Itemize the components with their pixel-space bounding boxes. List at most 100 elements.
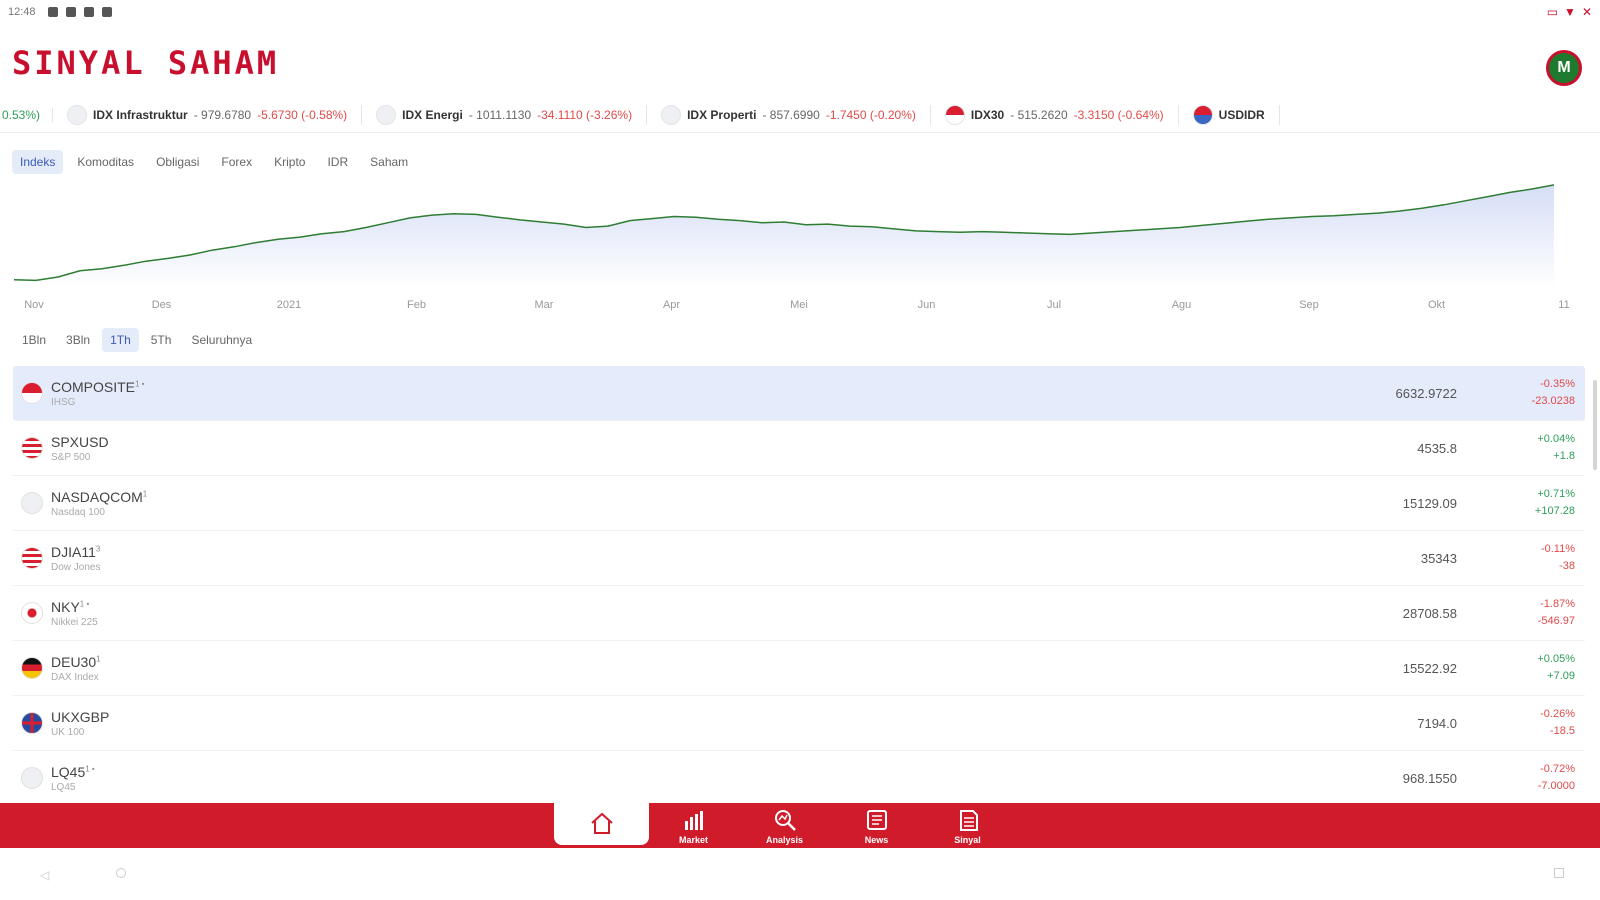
nav-news-button[interactable]: News <box>829 803 924 848</box>
bottom-nav: Market Analysis News Sinyal <box>0 803 1600 848</box>
nav-market-button[interactable]: Market <box>646 803 741 848</box>
back-icon[interactable]: ◁ <box>40 868 49 882</box>
home-icon <box>587 810 617 838</box>
index-change: +0.05% +7.09 <box>1537 651 1575 685</box>
tab-forex[interactable]: Forex <box>213 150 260 174</box>
range-tab-1th[interactable]: 1Th <box>102 328 139 352</box>
index-change-abs: -23.0238 <box>1531 395 1575 407</box>
range-tabs: 1Bln 3Bln 1Th 5Th Seluruhnya <box>14 328 260 352</box>
index-change-abs: -18.5 <box>1549 725 1575 737</box>
index-row[interactable]: DJIA113 Dow Jones 35343 -0.11% -38 <box>13 531 1585 586</box>
range-tab-seluruhnya[interactable]: Seluruhnya <box>183 328 260 352</box>
category-tabs: Indeks Komoditas Obligasi Forex Kripto IDR Sah… <box>12 150 416 174</box>
x-tick-label: Agu <box>1172 299 1192 311</box>
flag-icon <box>21 712 43 734</box>
index-symbol: SPXUSD <box>51 434 109 450</box>
ticker-item[interactable]: IDX Energi - 1011.1130 -34.1110 (-3.26%) <box>362 104 648 125</box>
ticker-name: IDX Energi <box>402 107 463 122</box>
index-description: Nasdaq 100 <box>51 506 105 518</box>
index-description: UK 100 <box>51 726 85 738</box>
tab-obligasi[interactable]: Obligasi <box>148 150 207 174</box>
flag-icon <box>21 547 43 569</box>
nav-analysis-button[interactable]: Analysis <box>737 803 832 848</box>
index-change-pct: -1.87% <box>1540 598 1575 610</box>
index-names: UKXGBP UK 100 <box>51 709 109 738</box>
index-symbol-text: UKXGBP <box>51 708 110 725</box>
index-price: 6632.9722 <box>1395 385 1457 401</box>
index-row[interactable]: DEU301 DAX Index 15522.92 +0.05% +7.09 <box>13 641 1585 696</box>
ticker-item[interactable]: IDX Properti - 857.6990 -1.7450 (-0.20%) <box>647 104 931 125</box>
ticker-value: - 1011.1130 <box>468 107 532 122</box>
index-row[interactable]: UKXGBP UK 100 7194.0 -0.26% -18.5 <box>13 696 1585 751</box>
tab-indeks[interactable]: Indeks <box>12 150 64 174</box>
recent-apps-icon[interactable] <box>1554 868 1564 878</box>
ticker-name: IDX Properti <box>687 107 757 122</box>
notification-icons <box>47 7 112 17</box>
range-tab-5th[interactable]: 5Th <box>143 328 180 352</box>
nav-label: Analysis <box>765 834 804 845</box>
index-change-pct: -0.26% <box>1540 708 1575 720</box>
index-symbol: LQ451 • <box>51 764 95 780</box>
ticker-name: IDX30 <box>970 107 1005 122</box>
x-tick-label: 11 <box>1558 299 1569 311</box>
list-scrollbar[interactable] <box>1593 380 1597 470</box>
x-tick-label: Feb <box>407 299 426 311</box>
flag-icon <box>21 492 43 514</box>
index-row[interactable]: NASDAQCOM1 Nasdaq 100 15129.09 +0.71% +107.2… <box>13 476 1585 531</box>
index-change: -0.11% -38 <box>1541 541 1575 575</box>
index-names: NASDAQCOM1 Nasdaq 100 <box>51 489 147 518</box>
flag-icon <box>21 767 43 789</box>
range-tab-1bln[interactable]: 1Bln <box>14 328 54 352</box>
ticker-item[interactable]: IDX30 - 515.2620 -3.3150 (-0.64%) <box>931 104 1179 125</box>
index-price: 15522.92 <box>1402 660 1457 676</box>
flag-icon <box>1192 104 1213 125</box>
x-tick-label: Jun <box>918 299 936 311</box>
index-row[interactable]: LQ451 • LQ45 968.1550 -0.72% -7.0000 <box>13 751 1585 798</box>
nav-label: News <box>864 834 889 845</box>
ticker-item[interactable]: IDX Infrastruktur - 979.6780 -5.6730 (-0.5… <box>53 104 363 125</box>
flag-icon <box>21 382 43 404</box>
index-change: -0.26% -18.5 <box>1540 706 1575 740</box>
index-change-pct: +0.04% <box>1537 433 1575 445</box>
index-row[interactable]: COMPOSITE1 • IHSG 6632.9722 -0.35% -23.0238 <box>13 366 1585 421</box>
index-chart[interactable]: Nov Des 2021 Feb Mar Apr Mei Jun Jul Agu Sep Okt 11 <box>14 178 1586 324</box>
index-symbol: DJIA113 <box>51 544 100 560</box>
x-tick-label: 2021 <box>277 299 301 311</box>
index-names: LQ451 • LQ45 <box>51 764 95 793</box>
index-change-pct: -0.72% <box>1540 763 1575 775</box>
tab-saham[interactable]: Saham <box>362 150 416 174</box>
index-change-abs: +1.8 <box>1553 450 1575 462</box>
range-tab-3bln[interactable]: 3Bln <box>58 328 98 352</box>
index-symbol-sup: 3 <box>95 543 101 553</box>
ticker-item[interactable]: USDIDR <box>1179 104 1280 125</box>
tab-kripto[interactable]: Kripto <box>266 150 313 174</box>
index-change: +0.71% +107.28 <box>1535 486 1575 520</box>
x-tick-label: Okt <box>1428 299 1445 311</box>
flag-icon <box>661 104 682 125</box>
nav-label: Sinyal <box>954 834 981 845</box>
tab-komoditas[interactable]: Komoditas <box>69 150 142 174</box>
system-navigation: ◁ <box>0 860 1600 900</box>
index-change-pct: -0.11% <box>1540 543 1575 555</box>
tab-idr[interactable]: IDR <box>319 150 356 174</box>
market-icon <box>679 807 709 835</box>
status-bar: 12:48 ▭ ▼ ✕ <box>0 0 1600 24</box>
index-change: -0.35% -23.0238 <box>1532 376 1575 410</box>
index-symbol: NASDAQCOM1 <box>51 489 147 505</box>
index-change-abs: +7.09 <box>1547 670 1575 682</box>
ticker-strip[interactable]: 0.53%) IDX Infrastruktur - 979.6780 -5.673… <box>0 97 1600 133</box>
ticker-change: -5.6730 (-0.58%) <box>257 107 348 122</box>
home-circle-icon[interactable] <box>116 868 126 878</box>
index-change-abs: -7.0000 <box>1537 780 1575 792</box>
index-names: DJIA113 Dow Jones <box>51 544 100 573</box>
index-row[interactable]: NKY1 • Nikkei 225 28708.58 -1.87% -546.97 <box>13 586 1585 641</box>
index-row[interactable]: SPXUSD S&P 500 4535.8 +0.04% +1.8 <box>13 421 1585 476</box>
nav-home-button[interactable] <box>554 803 649 845</box>
index-symbol-text: DEU30 <box>51 653 97 670</box>
nav-signal-button[interactable]: Sinyal <box>920 803 1015 848</box>
flag-icon <box>944 104 965 125</box>
news-icon <box>862 807 892 835</box>
avatar[interactable]: M <box>1546 50 1582 86</box>
index-symbol-text: NASDAQCOM <box>51 488 143 505</box>
status-time: 12:48 <box>8 6 36 18</box>
